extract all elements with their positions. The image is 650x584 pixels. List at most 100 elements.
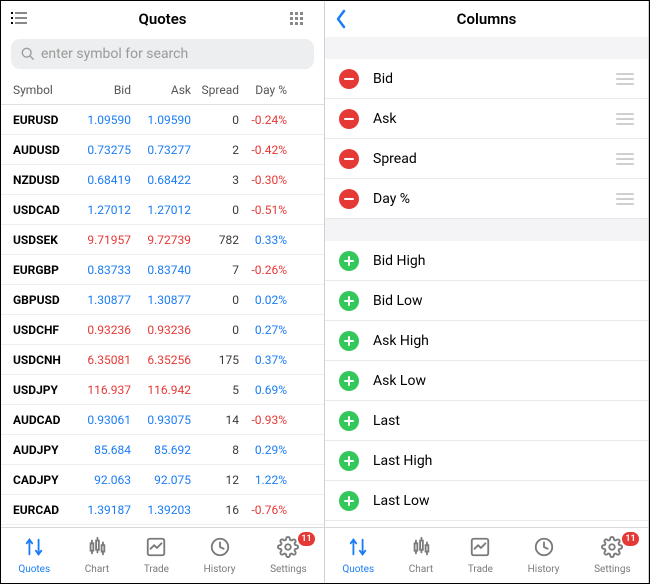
table-row[interactable]: USDCAD1.270121.270120-0.51% [1,195,324,225]
spread-cell: 5 [191,383,239,397]
table-row[interactable]: CADJPY92.06392.075121.22% [1,465,324,495]
columns-list[interactable]: BidAskSpread Day % Bid High Bid Low Ask High… [325,37,648,527]
table-row[interactable]: AUDCAD0.930610.9307514-0.93% [1,405,324,435]
drag-handle-icon[interactable] [616,193,634,205]
table-row[interactable]: USDJPY116.937116.94250.69% [1,375,324,405]
quotes-icon [23,536,45,561]
table-row[interactable]: NZDUSD0.684190.684223-0.30% [1,165,324,195]
bid-cell: 85.684 [71,443,131,457]
tab-label: Chart [85,564,109,575]
tab-history[interactable]: History [204,536,236,575]
view-list-toggle[interactable] [11,12,35,26]
table-row[interactable]: USDCNH6.350816.352561750.37% [1,345,324,375]
column-label: Last High [373,453,634,469]
table-row[interactable]: USDSEK9.719579.727397820.33% [1,225,324,255]
tab-settings[interactable]: Settings11 [594,536,631,575]
ask-cell: 0.68422 [131,173,191,187]
drag-handle-icon[interactable] [616,73,634,85]
list-icon [11,12,29,26]
available-column-row[interactable]: Last [325,401,648,441]
table-row[interactable]: EURUSD1.095901.095900-0.24% [1,105,324,135]
spread-cell: 14 [191,413,239,427]
ask-cell: 1.27012 [131,203,191,217]
remove-icon[interactable] [339,149,359,169]
settings-icon [277,536,299,561]
active-column-row[interactable]: Bid [325,59,648,99]
available-column-row[interactable]: Ask High [325,321,648,361]
available-column-row[interactable]: Ask Low [325,361,648,401]
day-cell: -0.51% [239,203,287,217]
tab-quotes[interactable]: Quotes [342,536,374,575]
add-icon[interactable] [339,331,359,351]
day-cell: -0.42% [239,143,287,157]
add-icon[interactable] [339,291,359,311]
remove-icon[interactable] [339,109,359,129]
available-column-row[interactable]: Bid Low [325,281,648,321]
col-bid[interactable]: Bid [71,83,131,97]
day-cell: 0.27% [239,323,287,337]
symbol-cell: EURGBP [13,263,71,277]
available-column-row[interactable]: Bid High [325,241,648,281]
add-icon[interactable] [339,451,359,471]
table-row[interactable]: GBPUSD1.308771.3087700.02% [1,285,324,315]
tab-label: Settings [270,564,307,575]
spread-cell: 0 [191,113,239,127]
col-ask[interactable]: Ask [131,83,191,97]
tab-chart[interactable]: Chart [85,536,109,575]
table-row[interactable]: USDCHF0.932360.9323600.27% [1,315,324,345]
settings-badge: 11 [298,532,314,546]
spread-cell: 8 [191,443,239,457]
column-label: Ask High [373,333,634,349]
available-column-row[interactable]: Last Low [325,481,648,521]
active-column-row[interactable]: Day % [325,179,648,219]
remove-icon[interactable] [339,69,359,89]
quotes-table-body[interactable]: EURUSD1.095901.095900-0.24%AUDUSD0.73275… [1,105,324,527]
table-row[interactable]: EURCAD1.391871.3920316-0.76% [1,495,324,525]
column-label: Bid High [373,253,634,269]
tab-chart[interactable]: Chart [409,536,433,575]
tab-trade[interactable]: Trade [468,536,493,575]
active-column-row[interactable]: Ask [325,99,648,139]
available-column-row[interactable]: Last High [325,441,648,481]
back-button[interactable] [335,9,359,29]
symbol-cell: EURUSD [13,113,71,127]
day-cell: 0.37% [239,353,287,367]
ask-cell: 0.93075 [131,413,191,427]
table-row[interactable]: AUDJPY85.68485.69280.29% [1,435,324,465]
add-icon[interactable] [339,411,359,431]
col-day[interactable]: Day % [239,83,287,97]
add-icon[interactable] [339,251,359,271]
tab-bar: QuotesChartTradeHistorySettings11 [1,527,324,583]
active-column-row[interactable]: Spread [325,139,648,179]
quotes-header: Quotes [1,1,324,37]
tab-settings[interactable]: Settings11 [270,536,307,575]
quotes-table-header: Symbol Bid Ask Spread Day % [1,75,324,105]
tab-quotes[interactable]: Quotes [18,536,50,575]
chart-icon [410,536,432,561]
day-cell: -0.93% [239,413,287,427]
spread-cell: 7 [191,263,239,277]
column-label: Day % [373,191,616,207]
view-grid-toggle[interactable] [290,12,314,26]
symbol-cell: USDCNH [13,353,71,367]
tab-history[interactable]: History [528,536,560,575]
col-symbol[interactable]: Symbol [13,83,71,97]
table-row[interactable]: EURGBP0.837330.837407-0.26% [1,255,324,285]
trade-icon [145,536,167,561]
ask-cell: 9.72739 [131,233,191,247]
drag-handle-icon[interactable] [616,153,634,165]
col-spread[interactable]: Spread [191,83,239,97]
trade-icon [469,536,491,561]
tab-trade[interactable]: Trade [144,536,169,575]
add-icon[interactable] [339,491,359,511]
symbol-cell: CADJPY [13,473,71,487]
table-row[interactable]: AUDUSD0.732750.732772-0.42% [1,135,324,165]
tab-label: Quotes [342,564,374,575]
drag-handle-icon[interactable] [616,113,634,125]
day-cell: 0.29% [239,443,287,457]
search-input[interactable]: enter symbol for search [11,39,314,69]
add-icon[interactable] [339,371,359,391]
remove-icon[interactable] [339,189,359,209]
tab-label: Chart [409,564,433,575]
ask-cell: 85.692 [131,443,191,457]
